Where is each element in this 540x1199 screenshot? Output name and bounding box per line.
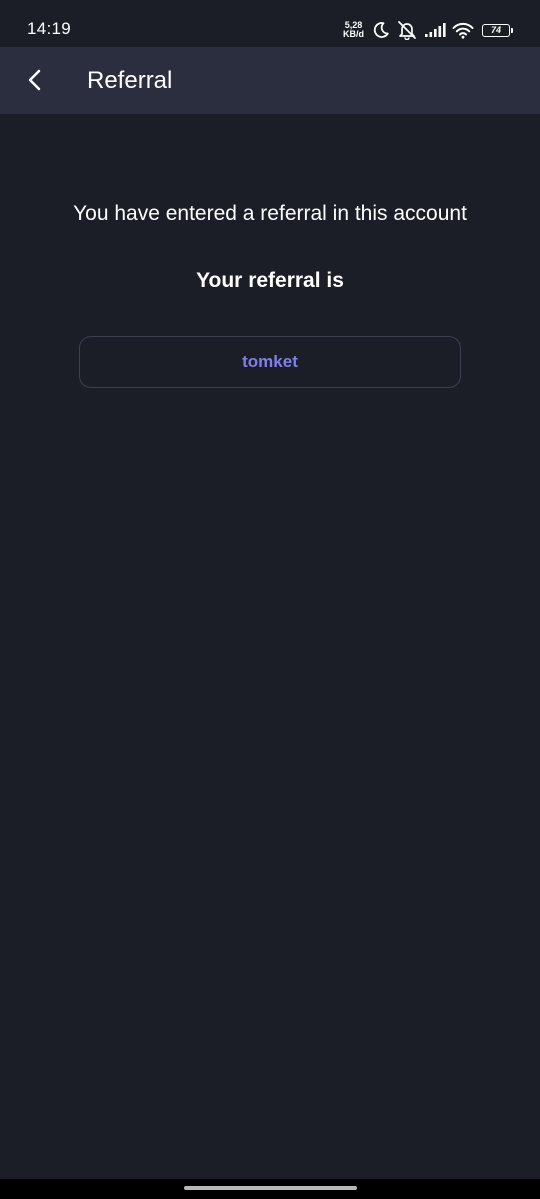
referral-code-box: tomket [79, 336, 461, 388]
battery-level: 74 [490, 25, 501, 35]
status-time: 14:19 [27, 19, 72, 38]
signal-icon [424, 19, 446, 41]
navigation-bar [0, 1179, 540, 1199]
page-title: Referral [87, 67, 173, 94]
app-bar: Referral [0, 47, 540, 114]
network-speed-unit: KB/d [343, 29, 364, 39]
referral-message: You have entered a referral in this acco… [73, 202, 467, 225]
wifi-icon [452, 19, 474, 41]
home-indicator[interactable] [184, 1186, 357, 1190]
referral-code: tomket [242, 352, 298, 371]
status-icons: 5,28 KB/d 74 [343, 17, 513, 43]
chevron-left-icon [25, 68, 45, 92]
network-speed: 5,28 KB/d [343, 21, 364, 39]
moon-icon [372, 19, 390, 41]
referral-screen: 14:19 5,28 KB/d 74 Referral You have ent… [0, 0, 540, 1199]
referral-subtitle: Your referral is [196, 269, 344, 292]
status-bar: 14:19 5,28 KB/d 74 [0, 0, 540, 47]
mute-icon [396, 19, 418, 41]
back-button[interactable] [14, 59, 56, 101]
battery-icon: 74 [482, 23, 513, 37]
